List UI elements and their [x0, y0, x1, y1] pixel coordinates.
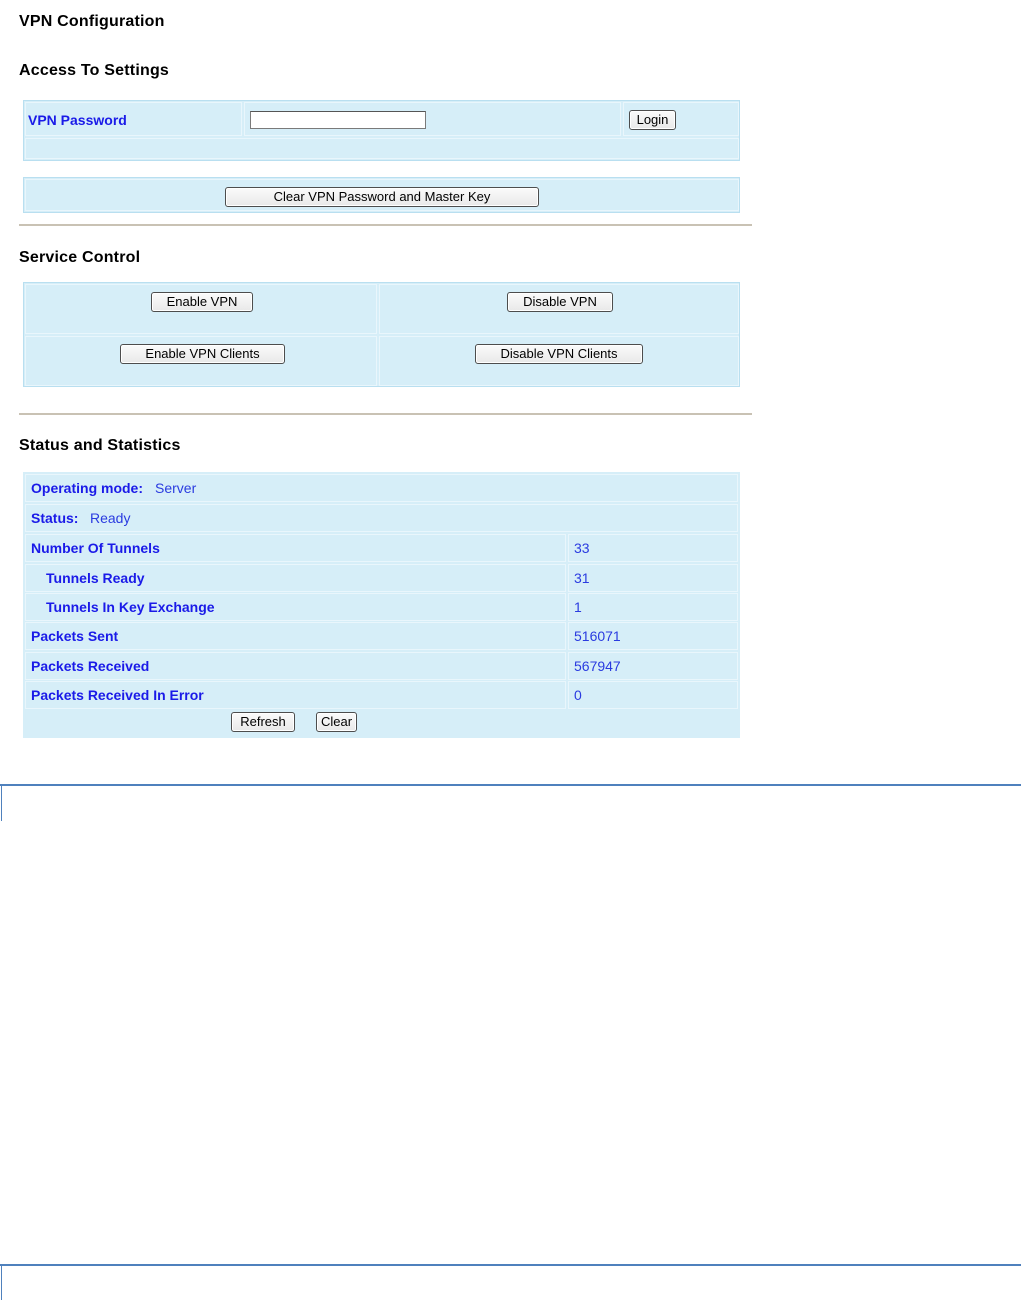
- stat-label: Tunnels Ready: [46, 570, 145, 586]
- status-heading: Status and Statistics: [19, 437, 181, 454]
- stat-label-cell: Number Of Tunnels: [25, 534, 566, 562]
- page-title: VPN Configuration: [19, 13, 165, 30]
- operating-mode-value: Server: [155, 480, 197, 496]
- access-panel: VPN Password Login: [23, 100, 740, 161]
- stat-label-cell: Packets Received: [25, 652, 566, 680]
- stat-value: 0: [574, 687, 582, 703]
- disable-vpn-cell: Disable VPN: [379, 284, 739, 334]
- operating-mode-label: Operating mode:: [31, 480, 144, 496]
- stat-label: Tunnels In Key Exchange: [46, 599, 215, 615]
- stat-label-cell: Tunnels In Key Exchange: [25, 593, 566, 621]
- stat-label-cell: Packets Received In Error: [25, 681, 566, 709]
- stat-value: 567947: [574, 658, 621, 674]
- disable-vpn-clients-button[interactable]: Disable VPN Clients: [475, 344, 643, 364]
- enable-vpn-button[interactable]: Enable VPN: [151, 292, 253, 312]
- stat-value-cell: 0: [568, 681, 738, 709]
- enable-vpn-cell: Enable VPN: [25, 284, 377, 334]
- password-label-cell: VPN Password: [25, 102, 242, 136]
- status-row: Status: Ready: [25, 504, 738, 532]
- stat-value-cell: 33: [568, 534, 738, 562]
- section-divider-2: [19, 413, 752, 415]
- password-input-cell: [244, 102, 621, 136]
- operating-mode-row: Operating mode: Server: [25, 474, 738, 502]
- stat-value: 33: [574, 540, 590, 556]
- stat-label-cell: Tunnels Ready: [25, 564, 566, 592]
- stat-label: Packets Received: [31, 658, 150, 674]
- stat-value-cell: 31: [568, 564, 738, 592]
- stat-value-cell: 1: [568, 593, 738, 621]
- page-border-left-tick-bottom: [1, 1265, 2, 1300]
- status-value: Ready: [90, 510, 131, 526]
- service-heading: Service Control: [19, 249, 141, 266]
- stat-value: 516071: [574, 628, 621, 644]
- login-button[interactable]: Login: [629, 110, 676, 130]
- disable-clients-cell: Disable VPN Clients: [379, 336, 739, 386]
- clear-stats-button[interactable]: Clear: [316, 712, 357, 732]
- password-spacer-row: [25, 138, 739, 159]
- page-border-top: [0, 784, 1021, 786]
- service-panel: Enable VPN Disable VPN Enable VPN Client…: [23, 282, 740, 387]
- refresh-button[interactable]: Refresh: [231, 712, 295, 732]
- status-label: Status:: [31, 510, 79, 526]
- clear-key-panel: Clear VPN Password and Master Key: [23, 177, 740, 213]
- disable-vpn-button[interactable]: Disable VPN: [507, 292, 613, 312]
- enable-vpn-clients-button[interactable]: Enable VPN Clients: [120, 344, 285, 364]
- vpn-password-input[interactable]: [250, 111, 426, 129]
- enable-clients-cell: Enable VPN Clients: [25, 336, 377, 386]
- stat-label: Packets Received In Error: [31, 687, 204, 703]
- stat-value-cell: 567947: [568, 652, 738, 680]
- stat-value: 1: [574, 599, 582, 615]
- login-cell: Login: [623, 102, 739, 136]
- stat-label: Packets Sent: [31, 628, 119, 644]
- password-label: VPN Password: [28, 112, 127, 128]
- page-border-left-tick: [1, 785, 2, 821]
- access-heading: Access To Settings: [19, 62, 170, 79]
- stat-value: 31: [574, 570, 590, 586]
- clear-key-cell: Clear VPN Password and Master Key: [25, 179, 739, 211]
- page-border-bottom: [0, 1264, 1021, 1266]
- clear-password-master-key-button[interactable]: Clear VPN Password and Master Key: [225, 187, 539, 207]
- stat-value-cell: 516071: [568, 622, 738, 650]
- stat-label: Number Of Tunnels: [31, 540, 160, 556]
- section-divider-1: [19, 224, 752, 226]
- stat-label-cell: Packets Sent: [25, 622, 566, 650]
